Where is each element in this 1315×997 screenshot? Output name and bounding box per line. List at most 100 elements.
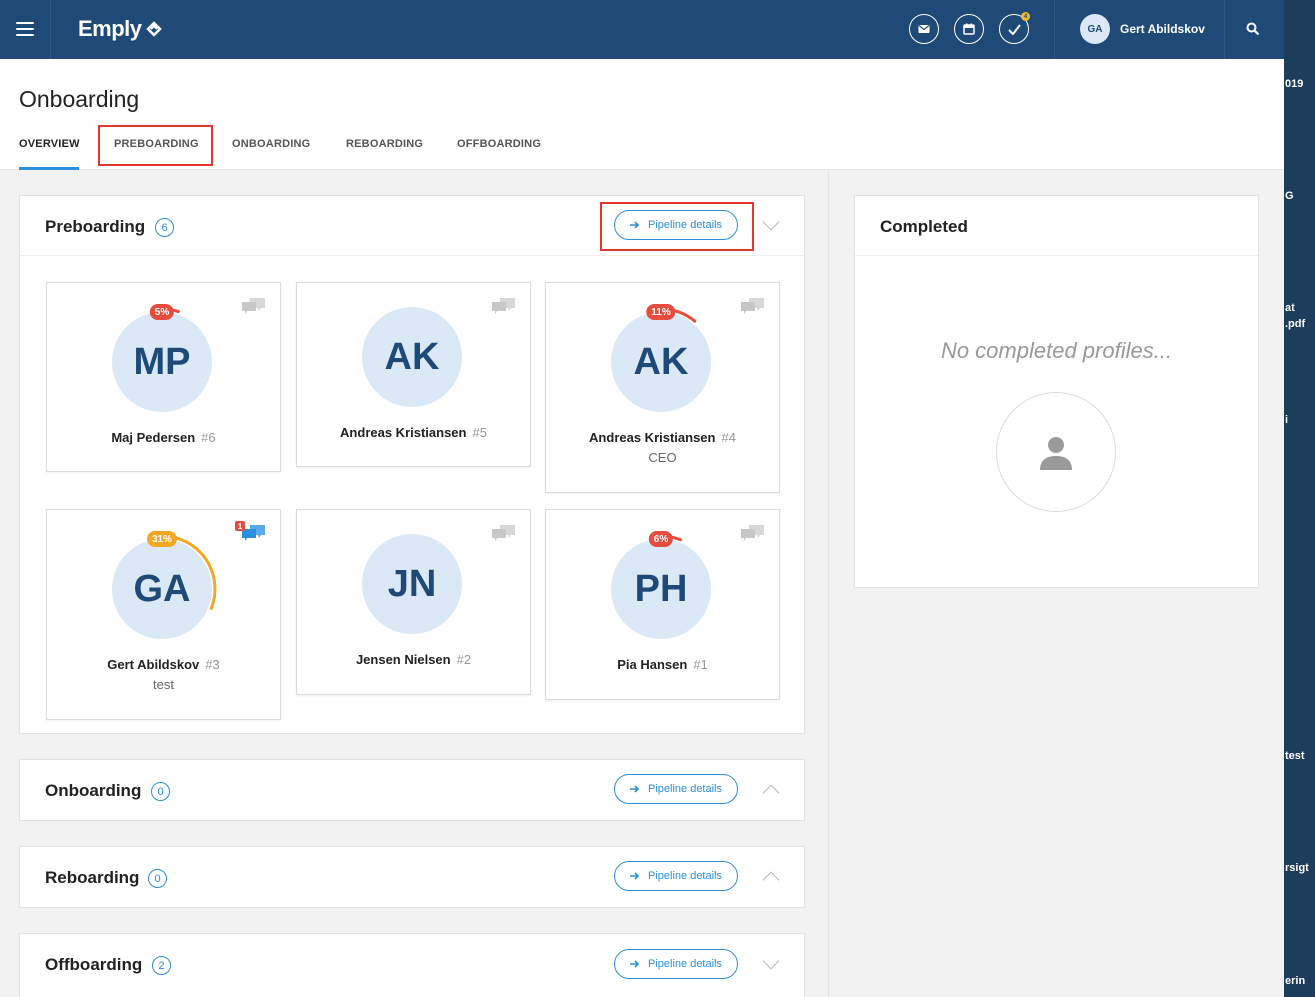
expand-chevron-icon[interactable] — [762, 871, 780, 889]
tab-onboarding[interactable]: ONBOARDING — [232, 136, 310, 170]
collapse-chevron-icon[interactable] — [762, 952, 780, 970]
profile-number: #2 — [456, 652, 472, 667]
section-title: Offboarding — [45, 955, 143, 974]
avatar-initials: AK — [384, 335, 440, 378]
user-avatar[interactable]: GA — [1080, 14, 1110, 44]
column-divider — [828, 170, 829, 997]
count-badge: 0 — [151, 782, 170, 801]
progress-ring — [160, 307, 180, 314]
profile-card[interactable]: 1 GA 31% Gert Abildskov #3 test — [46, 509, 281, 720]
tasks-notification-badge: 4 — [1021, 12, 1030, 21]
comments-icon[interactable] — [740, 297, 765, 315]
desktop-label: .pdf — [1285, 318, 1306, 330]
comments-icon[interactable] — [241, 297, 266, 315]
reboarding-panel: Reboarding 0 Pipeline details — [19, 846, 805, 908]
profile-card[interactable]: MP 5% Maj Pedersen #6 — [46, 282, 281, 472]
unread-comments-badge: 1 — [235, 521, 245, 531]
profile-avatar: AK 11% — [611, 304, 711, 412]
profile-name: Jensen Nielsen — [355, 652, 451, 667]
progress-badge: 5% — [149, 304, 175, 320]
user-name[interactable]: Gert Abildskov — [1120, 22, 1205, 36]
comments-icon[interactable] — [740, 524, 765, 542]
pipeline-details-button[interactable]: Pipeline details — [614, 210, 738, 240]
profile-number: #5 — [472, 425, 487, 440]
profile-card[interactable]: AK Andreas Kristiansen #5 — [296, 282, 531, 467]
desktop-label: at — [1285, 302, 1295, 314]
envelope-icon — [918, 25, 930, 33]
pipeline-details-button[interactable]: Pipeline details — [614, 861, 738, 891]
logo-text: Emply — [78, 16, 142, 41]
tab-preboarding[interactable]: PREBOARDING — [114, 136, 199, 170]
desktop-label: 019 — [1285, 78, 1304, 90]
tab-offboarding[interactable]: OFFBOARDING — [457, 136, 541, 170]
pipeline-details-button[interactable]: Pipeline details — [614, 949, 738, 979]
desktop-label: i — [1285, 414, 1289, 426]
arrow-right-icon — [630, 221, 640, 229]
profile-card[interactable]: JN Jensen Nielsen #2 — [296, 509, 531, 695]
person-placeholder-icon — [1040, 437, 1072, 470]
progress-badge: 6% — [648, 531, 674, 547]
search-icon[interactable] — [1246, 22, 1260, 36]
arrow-right-icon — [630, 872, 640, 880]
desktop-label: erin — [1285, 975, 1306, 987]
arrow-right-icon — [630, 960, 640, 968]
expand-chevron-icon[interactable] — [762, 784, 780, 802]
calendar-button[interactable] — [954, 14, 984, 44]
pipeline-details-label: Pipeline details — [648, 219, 722, 231]
profile-card[interactable]: PH 6% Pia Hansen #1 — [545, 509, 780, 700]
avatar-initials: JN — [387, 562, 437, 605]
page-title: Onboarding — [19, 86, 140, 112]
divider — [50, 0, 51, 59]
count-badge: 2 — [152, 956, 171, 975]
profile-number: #4 — [721, 430, 736, 445]
profile-name-line: Pia Hansen #1 — [546, 657, 779, 672]
onboarding-panel: Onboarding 0 Pipeline details — [19, 759, 805, 821]
profile-avatar: AK — [362, 307, 462, 407]
preboarding-panel-header: Preboarding 6 Pipeline details — [20, 196, 804, 256]
profile-subtitle: CEO — [648, 450, 677, 465]
section-title: Onboarding — [45, 781, 142, 800]
app-window: Emply 4 GA Gert Abildskov Onboarding OVE… — [0, 0, 1284, 997]
profile-name-line: Gert Abildskov #3 — [47, 657, 280, 672]
profile-name-line: Andreas Kristiansen #5 — [297, 425, 530, 440]
profile-name: Maj Pedersen — [111, 430, 196, 445]
empty-state-text: No completed profiles... — [940, 338, 1173, 363]
comments-icon[interactable] — [491, 524, 516, 542]
pipeline-details-label: Pipeline details — [648, 870, 722, 882]
profile-number: #3 — [205, 657, 220, 672]
offboarding-panel: Offboarding 2 Pipeline details — [19, 933, 805, 997]
empty-avatar — [996, 392, 1116, 512]
collapse-chevron-icon[interactable] — [762, 213, 780, 231]
comments-icon[interactable] — [491, 297, 516, 315]
progress-ring — [160, 534, 217, 611]
desktop-label: test — [1285, 750, 1305, 762]
profile-avatar: JN — [362, 534, 462, 634]
page-header: Onboarding OVERVIEW PREBOARDING ONBOARDI… — [0, 59, 1284, 170]
progress-ring — [659, 534, 683, 542]
profile-number: #1 — [693, 657, 708, 672]
desktop-label: G — [1285, 190, 1294, 202]
profile-name-line: Maj Pedersen #6 — [47, 430, 280, 445]
tab-overview[interactable]: OVERVIEW — [19, 136, 79, 170]
section-title: Preboarding — [45, 217, 146, 236]
pipeline-details-label: Pipeline details — [648, 783, 722, 795]
profile-name: Andreas Kristiansen — [340, 425, 467, 440]
hamburger-menu-icon[interactable] — [16, 22, 34, 36]
profile-card[interactable]: AK 11% Andreas Kristiansen #4 CEO — [545, 282, 780, 493]
divider — [1224, 0, 1225, 59]
logo-mark-icon — [145, 21, 162, 37]
profile-subtitle: test — [153, 677, 174, 692]
tasks-button[interactable]: 4 — [999, 12, 1030, 44]
emply-logo[interactable]: Emply — [78, 16, 162, 42]
messages-button[interactable] — [909, 14, 939, 44]
tab-reboarding[interactable]: REBOARDING — [346, 136, 423, 170]
pipeline-details-button[interactable]: Pipeline details — [614, 774, 738, 804]
completed-panel-header: Completed — [855, 196, 1258, 256]
calendar-icon — [963, 23, 975, 35]
preboarding-panel: Preboarding 6 Pipeline details MP 5% Maj P… — [19, 195, 805, 734]
arrow-right-icon — [630, 785, 640, 793]
profile-name: Gert Abildskov — [107, 657, 200, 672]
profile-avatar: MP 5% — [112, 304, 212, 412]
progress-badge: 31% — [146, 531, 178, 547]
profile-avatar: GA 31% — [112, 531, 217, 639]
